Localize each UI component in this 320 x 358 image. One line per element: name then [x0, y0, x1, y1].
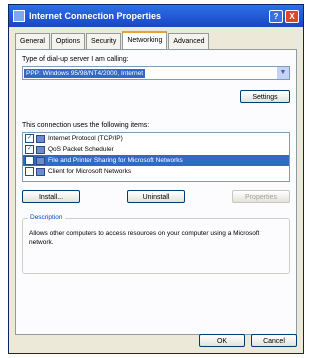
list-item[interactable]: ✓ QoS Packet Scheduler — [23, 144, 289, 155]
dialup-label: Type of dial-up server I am calling: — [22, 56, 129, 63]
ok-button[interactable]: OK — [199, 334, 245, 347]
network-component-icon — [36, 156, 45, 165]
list-item-selected[interactable]: File and Printer Sharing for Microsoft N… — [23, 155, 289, 166]
properties-dialog: Internet Connection Properties ? X Gener… — [8, 4, 304, 354]
component-actions: Install... Uninstall Properties — [22, 190, 290, 203]
cancel-button[interactable]: Cancel — [251, 334, 297, 347]
network-component-icon — [36, 167, 45, 176]
tab-strip: General Options Security Networking Adva… — [15, 31, 297, 50]
title-bar[interactable]: Internet Connection Properties ? X — [9, 5, 303, 27]
list-item[interactable]: Client for Microsoft Networks — [23, 166, 289, 177]
description-group: Description Allows other computers to ac… — [22, 214, 290, 274]
dialup-server-select[interactable]: PPP: Windows 95/98/NT4/2000, Internet ▼ — [22, 66, 290, 80]
dialog-footer: OK Cancel — [193, 334, 297, 347]
item-label: Client for Microsoft Networks — [48, 168, 132, 175]
checkbox[interactable]: ✓ — [25, 134, 34, 143]
network-component-icon — [36, 134, 45, 143]
checkbox[interactable]: ✓ — [25, 145, 34, 154]
install-button[interactable]: Install... — [22, 190, 80, 203]
list-item[interactable]: ✓ Internet Protocol (TCP/IP) — [23, 133, 289, 144]
connection-icon — [13, 10, 25, 22]
help-button[interactable]: ? — [269, 9, 283, 23]
properties-button[interactable]: Properties — [232, 190, 290, 203]
uninstall-button[interactable]: Uninstall — [127, 190, 185, 203]
description-text: Allows other computers to access resourc… — [29, 230, 260, 246]
checkbox[interactable] — [25, 156, 34, 165]
tab-networking[interactable]: Networking — [122, 31, 168, 50]
networking-panel: Type of dial-up server I am calling: PPP… — [15, 49, 297, 335]
components-label: This connection uses the following items… — [22, 122, 150, 129]
components-list[interactable]: ✓ Internet Protocol (TCP/IP) ✓ QoS Packe… — [22, 132, 290, 182]
tab-general[interactable]: General — [15, 33, 50, 49]
item-label: Internet Protocol (TCP/IP) — [48, 135, 123, 142]
tab-advanced[interactable]: Advanced — [168, 33, 210, 49]
dropdown-arrow-icon[interactable]: ▼ — [277, 67, 289, 79]
dialup-selected-value: PPP: Windows 95/98/NT4/2000, Internet — [24, 68, 146, 78]
item-label: QoS Packet Scheduler — [48, 146, 114, 153]
description-title: Description — [28, 214, 65, 221]
tab-security[interactable]: Security — [86, 33, 122, 49]
close-button[interactable]: X — [285, 9, 299, 23]
item-label: File and Printer Sharing for Microsoft N… — [48, 157, 183, 164]
network-component-icon — [36, 145, 45, 154]
settings-button[interactable]: Settings — [240, 90, 290, 103]
tab-options[interactable]: Options — [50, 33, 86, 49]
checkbox[interactable] — [25, 167, 34, 176]
window-title: Internet Connection Properties — [29, 11, 162, 21]
